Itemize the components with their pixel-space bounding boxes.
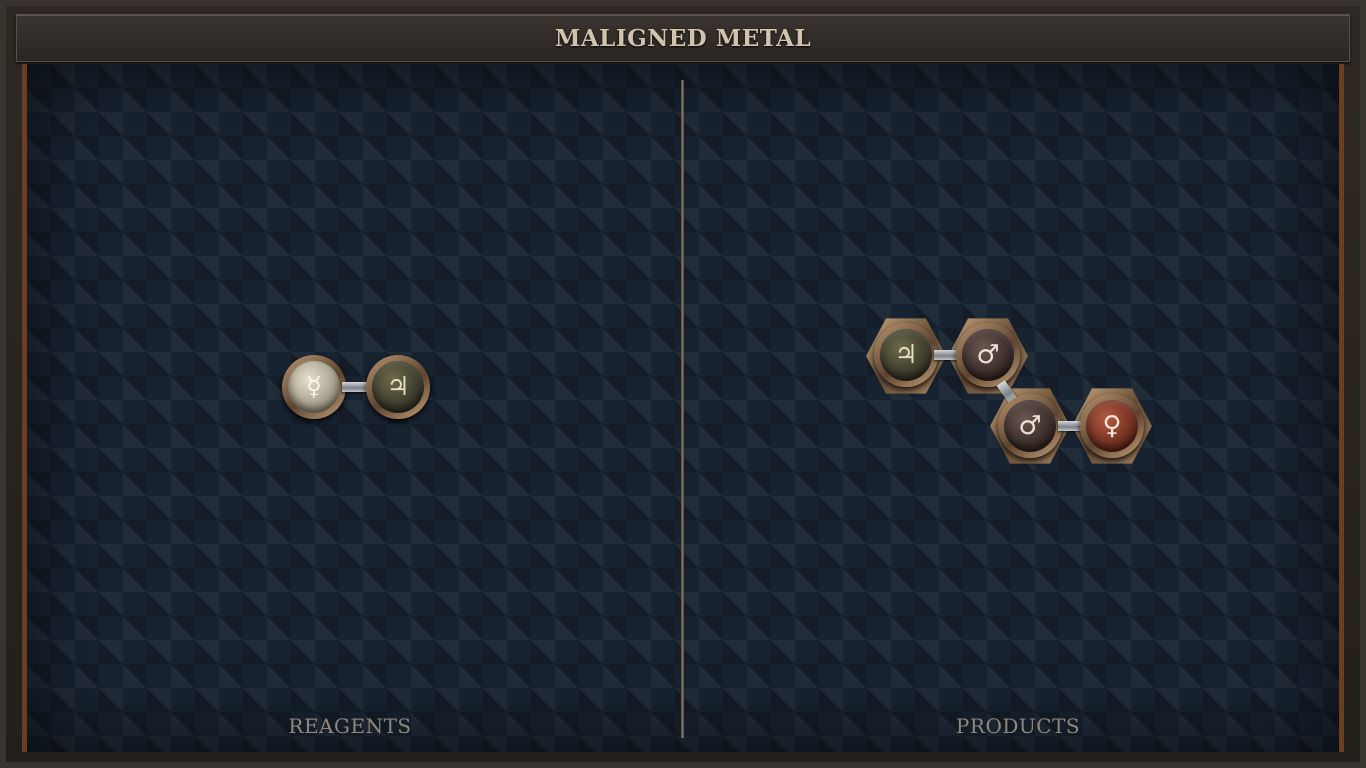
product-atom-iron-1[interactable]: ♂	[956, 323, 1020, 387]
iron-icon: ♂	[1004, 400, 1056, 452]
product-atom-copper[interactable]: ♀	[1080, 394, 1144, 458]
tin-icon: ♃	[372, 361, 424, 413]
title-bar: MALIGNED METAL	[16, 14, 1350, 62]
panel-divider	[681, 80, 684, 738]
copper-icon: ♀	[1086, 400, 1138, 452]
reagent-atom-tin[interactable]: ♃	[366, 355, 430, 419]
product-atom-tin[interactable]: ♃	[874, 323, 938, 387]
reagents-label: REAGENTS	[288, 714, 412, 738]
products-label: PRODUCTS	[955, 714, 1081, 738]
tin-icon: ♃	[880, 329, 932, 381]
reagent-atom-quicksilver[interactable]: ☿	[282, 355, 346, 419]
puzzle-title: MALIGNED METAL	[554, 24, 812, 52]
quicksilver-icon: ☿	[288, 361, 340, 413]
iron-icon: ♂	[962, 329, 1014, 381]
product-atom-iron-2[interactable]: ♂	[998, 394, 1062, 458]
